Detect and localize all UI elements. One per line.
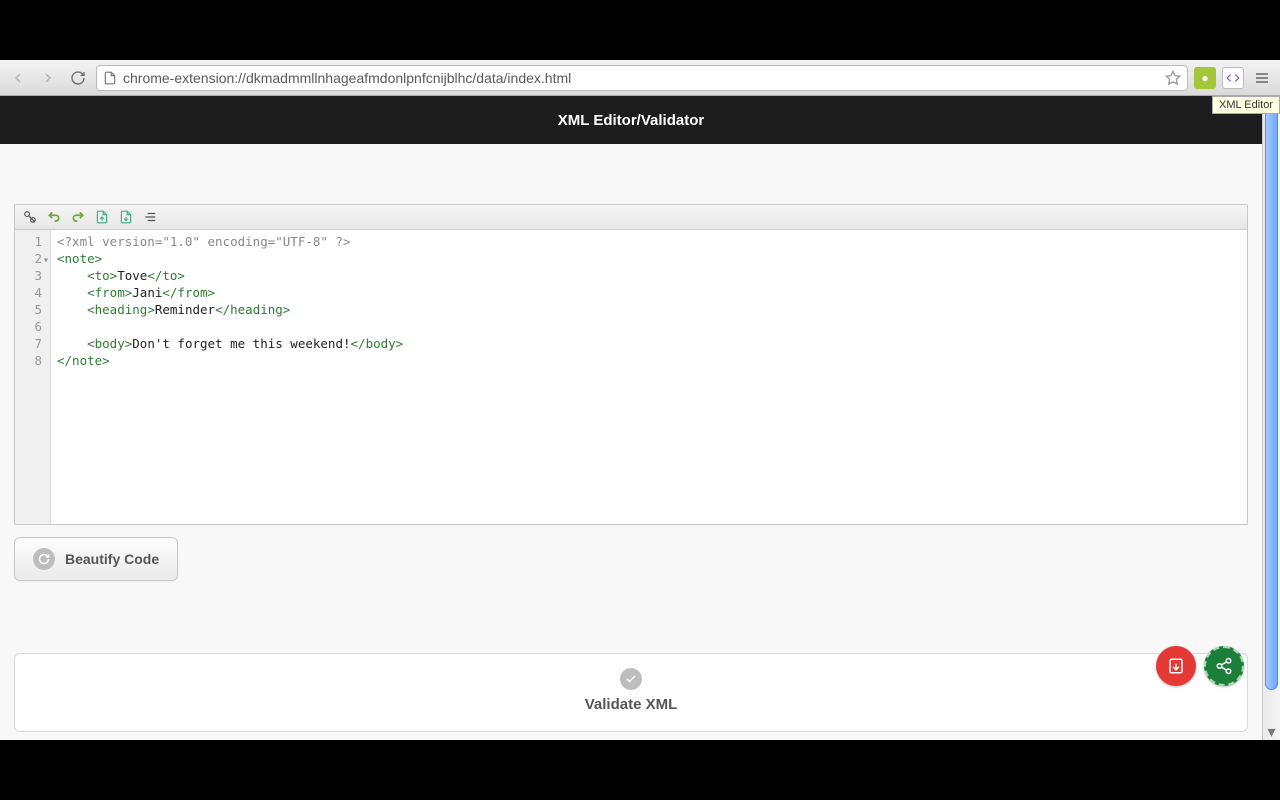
app-header: XML Editor/Validator [0, 96, 1262, 144]
browser-toolbar: chrome-extension://dkmadmmllnhageafmdonl… [0, 60, 1280, 96]
floating-actions [1156, 646, 1244, 686]
reload-button[interactable] [66, 66, 90, 90]
format-icon[interactable] [141, 208, 159, 226]
find-icon[interactable] [21, 208, 39, 226]
line-number-gutter: 12▾345678 [15, 230, 51, 524]
back-button[interactable] [6, 66, 30, 90]
scroll-down-arrow[interactable]: ▾ [1263, 724, 1280, 740]
extension-tooltip: XML Editor [1212, 96, 1280, 114]
refresh-icon [33, 548, 55, 570]
scrollbar-thumb[interactable] [1265, 98, 1278, 690]
editor-toolbar [15, 205, 1247, 230]
check-icon [620, 668, 642, 690]
save-file-icon[interactable] [117, 208, 135, 226]
open-file-icon[interactable] [93, 208, 111, 226]
file-icon [103, 71, 117, 85]
xml-editor: 12▾345678 <?xml version="1.0" encoding="… [14, 204, 1248, 525]
export-pdf-button[interactable] [1156, 646, 1196, 686]
page-viewport: XML Editor/Validator [0, 96, 1262, 740]
beautify-button[interactable]: Beautify Code [14, 537, 178, 581]
chrome-menu-button[interactable] [1250, 66, 1274, 90]
forward-button[interactable] [36, 66, 60, 90]
share-button[interactable] [1204, 646, 1244, 686]
undo-icon[interactable] [45, 208, 63, 226]
beautify-label: Beautify Code [65, 551, 159, 567]
extension-icon-1[interactable]: ● [1194, 67, 1216, 89]
code-text[interactable]: <?xml version="1.0" encoding="UTF-8" ?> … [51, 230, 409, 524]
validate-panel[interactable]: Validate XML [14, 653, 1248, 732]
code-area[interactable]: 12▾345678 <?xml version="1.0" encoding="… [15, 230, 1247, 524]
url-text: chrome-extension://dkmadmmllnhageafmdonl… [123, 70, 1159, 86]
app-content: 12▾345678 <?xml version="1.0" encoding="… [0, 144, 1262, 740]
validate-label: Validate XML [15, 696, 1247, 713]
redo-icon[interactable] [69, 208, 87, 226]
bookmark-star-icon[interactable] [1165, 70, 1181, 86]
app-title: XML Editor/Validator [558, 112, 704, 129]
page-scrollbar[interactable]: ▾ [1262, 96, 1280, 740]
address-bar[interactable]: chrome-extension://dkmadmmllnhageafmdonl… [96, 65, 1188, 91]
extension-xml-editor-icon[interactable] [1222, 67, 1244, 89]
